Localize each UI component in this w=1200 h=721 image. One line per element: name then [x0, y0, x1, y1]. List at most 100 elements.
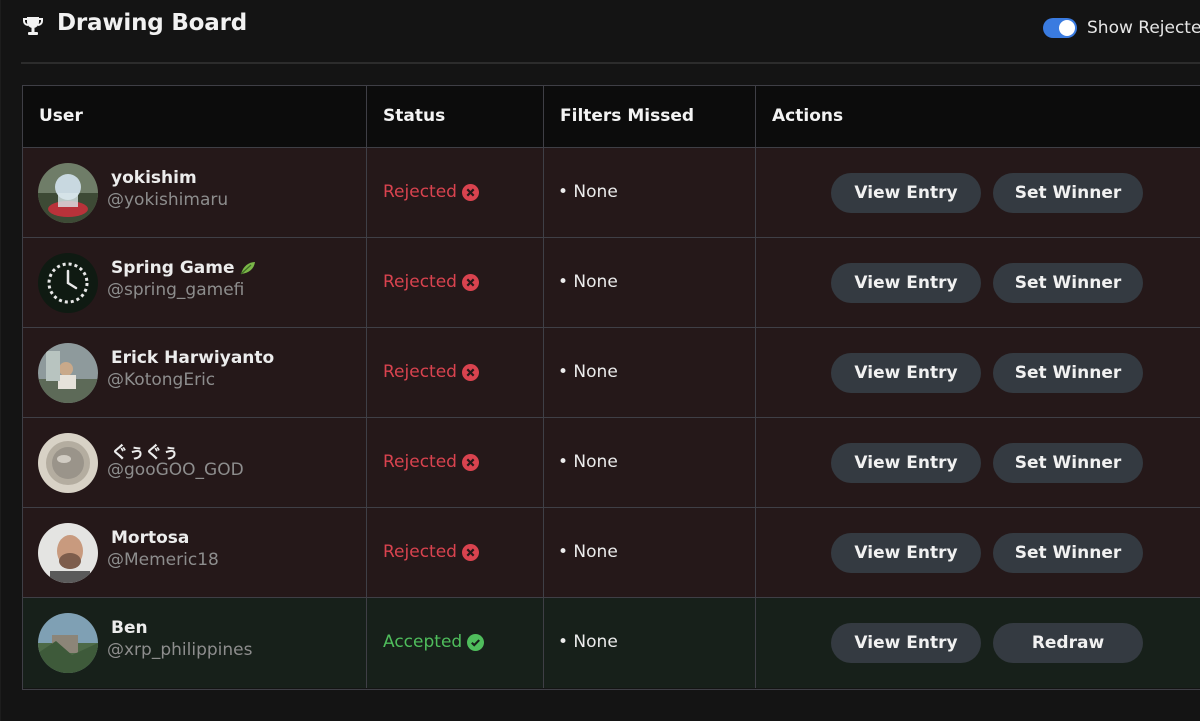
view-entry-button[interactable]: View Entry: [831, 623, 981, 663]
status-text: Rejected: [383, 542, 457, 562]
table-row: ぐぅぐぅ @gooGOO_GOD Rejected • None View En…: [23, 418, 1200, 508]
filters-missed-value: • None: [558, 542, 618, 562]
avatar-photo-icon: [38, 613, 98, 673]
redraw-button[interactable]: Redraw: [993, 623, 1143, 663]
avatar: [38, 613, 98, 673]
status-text: Accepted: [383, 632, 463, 652]
actions-cell: View Entry Set Winner: [756, 328, 1200, 417]
avatar: [38, 343, 98, 403]
avatar-photo-icon: [38, 343, 98, 403]
avatar-photo-icon: [38, 163, 98, 223]
user-display-name: Mortosa: [111, 528, 190, 548]
status-text: Rejected: [383, 182, 457, 202]
x-circle-icon: [461, 183, 479, 201]
toggle-knob: [1059, 20, 1075, 36]
filters-missed-value: • None: [558, 362, 618, 382]
column-header-status: Status: [383, 106, 446, 126]
header-cell-actions: Actions: [756, 86, 1200, 147]
status-badge: Rejected: [383, 452, 479, 472]
status-text: Rejected: [383, 362, 457, 382]
table-row: Mortosa @Memeric18 Rejected • None View …: [23, 508, 1200, 598]
actions-cell: View Entry Set Winner: [756, 148, 1200, 237]
status-cell: Rejected: [367, 328, 544, 417]
view-entry-button[interactable]: View Entry: [831, 173, 981, 213]
clock-logo-icon: [38, 253, 98, 313]
set-winner-button[interactable]: Set Winner: [993, 263, 1143, 303]
filters-cell: • None: [544, 598, 756, 688]
avatar-photo-icon: [38, 433, 98, 493]
user-handle: @spring_gamefi: [107, 280, 245, 300]
table-row: Spring Game @spring_gamefi Rejected • No…: [23, 238, 1200, 328]
filters-missed-value: • None: [558, 452, 618, 472]
trophy-icon: [23, 17, 43, 35]
drawing-board-panel: Drawing Board Show Rejecte User Status F…: [0, 0, 1200, 721]
user-display-name: yokishim: [111, 168, 197, 188]
user-handle: @xrp_philippines: [107, 640, 253, 660]
x-circle-icon: [461, 363, 479, 381]
entries-table: User Status Filters Missed Actions yokis…: [22, 85, 1200, 690]
show-rejected-toggle-wrap[interactable]: Show Rejecte: [1043, 16, 1200, 40]
avatar: [38, 163, 98, 223]
filters-cell: • None: [544, 328, 756, 417]
filters-missed-value: • None: [558, 632, 618, 652]
column-header-actions: Actions: [772, 106, 844, 126]
status-badge: Rejected: [383, 182, 479, 202]
user-handle: @yokishimaru: [107, 190, 229, 210]
panel-header: Drawing Board Show Rejecte: [21, 0, 1200, 64]
user-cell: ぐぅぐぅ @gooGOO_GOD: [23, 418, 367, 507]
user-display-name-text: Spring Game: [111, 258, 235, 278]
x-circle-icon: [461, 453, 479, 471]
table-row: Erick Harwiyanto @KotongEric Rejected • …: [23, 328, 1200, 418]
status-badge: Accepted: [383, 632, 485, 652]
view-entry-button[interactable]: View Entry: [831, 353, 981, 393]
filters-cell: • None: [544, 148, 756, 237]
user-cell: yokishim @yokishimaru: [23, 148, 367, 237]
page-title: Drawing Board: [57, 10, 247, 36]
set-winner-button[interactable]: Set Winner: [993, 353, 1143, 393]
show-rejected-toggle[interactable]: [1043, 18, 1077, 38]
header-cell-user: User: [23, 86, 367, 147]
status-cell: Rejected: [367, 238, 544, 327]
user-cell: Erick Harwiyanto @KotongEric: [23, 328, 367, 417]
user-cell: Spring Game @spring_gamefi: [23, 238, 367, 327]
status-badge: Rejected: [383, 362, 479, 382]
check-circle-icon: [467, 633, 485, 651]
set-winner-button[interactable]: Set Winner: [993, 173, 1143, 213]
table-row: yokishim @yokishimaru Rejected • None Vi…: [23, 148, 1200, 238]
avatar: [38, 523, 98, 583]
set-winner-button[interactable]: Set Winner: [993, 443, 1143, 483]
x-circle-icon: [461, 543, 479, 561]
header-cell-status: Status: [367, 86, 544, 147]
actions-cell: View Entry Set Winner: [756, 238, 1200, 327]
column-header-filters-missed: Filters Missed: [560, 106, 695, 126]
status-cell: Accepted: [367, 598, 544, 688]
x-circle-icon: [461, 273, 479, 291]
filters-cell: • None: [544, 508, 756, 597]
view-entry-button[interactable]: View Entry: [831, 263, 981, 303]
user-display-name: Erick Harwiyanto: [111, 348, 275, 368]
status-badge: Rejected: [383, 542, 479, 562]
user-handle: @KotongEric: [107, 370, 216, 390]
leaf-icon: [241, 262, 256, 275]
actions-cell: View Entry Set Winner: [756, 418, 1200, 507]
actions-cell: View Entry Redraw: [756, 598, 1200, 688]
column-header-user: User: [39, 106, 83, 126]
user-cell: Mortosa @Memeric18: [23, 508, 367, 597]
actions-cell: View Entry Set Winner: [756, 508, 1200, 597]
show-rejected-label: Show Rejecte: [1087, 18, 1200, 38]
user-display-name: Ben: [111, 618, 148, 638]
avatar: [38, 253, 98, 313]
filters-cell: • None: [544, 238, 756, 327]
filters-missed-value: • None: [558, 272, 618, 292]
table-row: Ben @xrp_philippines Accepted • None Vie…: [23, 598, 1200, 688]
avatar: [38, 433, 98, 493]
view-entry-button[interactable]: View Entry: [831, 443, 981, 483]
status-text: Rejected: [383, 452, 457, 472]
user-cell: Ben @xrp_philippines: [23, 598, 367, 688]
header-cell-filters: Filters Missed: [544, 86, 756, 147]
set-winner-button[interactable]: Set Winner: [993, 533, 1143, 573]
status-cell: Rejected: [367, 418, 544, 507]
view-entry-button[interactable]: View Entry: [831, 533, 981, 573]
avatar-photo-icon: [38, 523, 98, 583]
user-display-name: Spring Game: [111, 258, 257, 278]
